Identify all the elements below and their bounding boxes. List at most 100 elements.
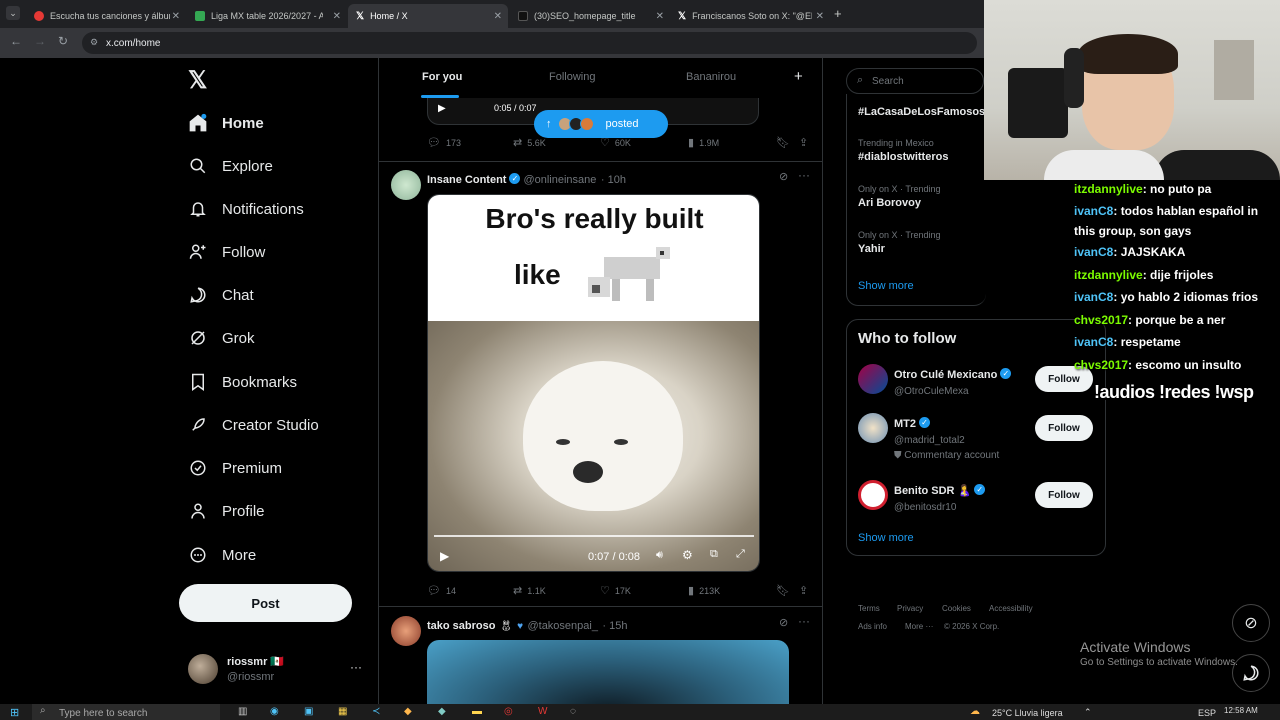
close-tab-icon[interactable]: ✕	[333, 11, 341, 22]
nav-premium[interactable]: Premium	[188, 458, 282, 478]
taskbar-search-box[interactable]: ⌕ Type here to search	[32, 704, 220, 720]
app-icon[interactable]: W	[538, 706, 547, 717]
avatar[interactable]	[391, 170, 421, 200]
wtf-account[interactable]: MT2 ✓ @madrid_total2 ⛊ Commentary account	[894, 414, 999, 461]
more-dots-icon[interactable]: ···	[350, 660, 362, 674]
trend-item[interactable]: Only on X · Trending Ari Borovoy	[858, 184, 941, 209]
nav-creator-studio[interactable]: Creator Studio	[188, 415, 319, 435]
tab-list-button[interactable]: ⌄	[6, 6, 20, 20]
footer-link-accessibility[interactable]: Accessibility	[989, 604, 1033, 613]
trend-item[interactable]: #LaCasaDeLosFamosos	[858, 106, 985, 118]
tab-home-x[interactable]: 𝕏 Home / X ✕	[348, 4, 508, 28]
repost-button[interactable]: ⇄ 1.1K	[513, 584, 546, 597]
volume-icon[interactable]: 🔊︎	[656, 549, 663, 562]
settings-gear-icon[interactable]: ⚙	[682, 548, 693, 562]
avatar[interactable]	[858, 364, 888, 394]
app-icon[interactable]: ◆	[404, 706, 412, 717]
chrome-icon[interactable]: ◎	[504, 706, 513, 717]
avatar[interactable]	[858, 413, 888, 443]
close-tab-icon[interactable]: ✕	[656, 11, 664, 22]
nav-chat[interactable]: Chat	[188, 285, 254, 305]
tab-franciscanos[interactable]: 𝕏 Franciscanos Soto on X: "@ElLi ✕	[670, 4, 830, 28]
views-button[interactable]: ▮ 213K	[688, 584, 720, 597]
nav-grok[interactable]: Grok	[188, 328, 255, 348]
tray-overflow-icon[interactable]: ⌃	[1084, 707, 1092, 718]
repost-button[interactable]: ⇄ 5.6K	[513, 136, 546, 149]
weather-text[interactable]: 25°C Lluvia ligera	[992, 708, 1063, 718]
reply-button[interactable]: 💬︎ 14	[427, 584, 456, 597]
language-indicator[interactable]: ESP	[1198, 708, 1216, 718]
nav-more[interactable]: More	[188, 545, 256, 565]
store-icon[interactable]: ▦	[338, 706, 347, 717]
new-posts-pill[interactable]: ↑ posted	[534, 110, 668, 138]
tab-bananirou[interactable]: Bananirou	[686, 71, 736, 83]
forward-icon[interactable]: →	[34, 34, 46, 48]
trend-item[interactable]: Only on X · Trending Yahir	[858, 230, 941, 255]
picture-in-picture-icon[interactable]: ⧉	[710, 548, 718, 561]
tab-tiktok[interactable]: (30)SEO_homepage_title ✕	[510, 4, 670, 28]
like-button[interactable]: ♡ 17K	[600, 584, 631, 597]
views-button[interactable]: ▮ 1.9M	[688, 136, 719, 149]
new-tab-button[interactable]: +	[834, 6, 842, 21]
post-button[interactable]: Post	[179, 584, 352, 622]
site-info-icon[interactable]: ⚙	[90, 37, 98, 48]
share-button[interactable]: ⇪	[799, 136, 813, 149]
trends-show-more[interactable]: Show more	[858, 280, 914, 292]
avatar[interactable]	[391, 616, 421, 646]
video-progress-bar[interactable]	[434, 535, 754, 537]
tab-music[interactable]: Escucha tus canciones y álbum ✕	[26, 4, 186, 28]
reply-button[interactable]: 💬︎ 173	[427, 136, 461, 149]
add-tab-icon[interactable]: +	[794, 68, 803, 85]
wtf-account[interactable]: Benito SDR 🤱 ✓ @benitosdr10	[894, 481, 988, 513]
follow-button[interactable]: Follow	[1035, 482, 1093, 508]
play-icon[interactable]: ▶	[438, 103, 446, 114]
clock[interactable]: 12:58 AM	[1224, 706, 1258, 715]
grok-fab-icon[interactable]: ⊘	[1232, 604, 1270, 642]
fullscreen-icon[interactable]: ⤢	[736, 548, 745, 561]
app-icon[interactable]: ◆	[438, 706, 446, 717]
bookmark-button[interactable]: 🔖︎	[776, 136, 795, 149]
nav-profile[interactable]: Profile	[188, 501, 265, 521]
trend-item[interactable]: Trending in Mexico #diablostwitteros	[858, 138, 948, 163]
footer-link-terms[interactable]: Terms	[858, 604, 880, 613]
task-view-icon[interactable]: ▥	[238, 706, 247, 717]
avatar[interactable]	[858, 480, 888, 510]
edge-icon[interactable]: ◉	[270, 706, 279, 717]
share-button[interactable]: ⇪	[799, 584, 813, 597]
reload-icon[interactable]: ↻	[58, 34, 68, 48]
close-tab-icon[interactable]: ✕	[172, 11, 180, 22]
nav-home[interactable]: Home	[188, 113, 264, 133]
x-logo-icon[interactable]: 𝕏	[188, 66, 207, 95]
footer-link-ads-info[interactable]: Ads info	[858, 622, 887, 631]
close-tab-icon[interactable]: ✕	[816, 11, 824, 22]
tab-for-you[interactable]: For you	[422, 71, 462, 83]
account-switcher[interactable]: riossmr 🇲🇽 @riossmr ···	[188, 654, 368, 686]
tab-liga-mx[interactable]: Liga MX table 2026/2027 - Ape ✕	[187, 4, 347, 28]
search-input[interactable]: ⌕ Search	[846, 68, 984, 94]
grok-icon[interactable]: ⊘	[779, 616, 788, 629]
nav-bookmarks[interactable]: Bookmarks	[188, 372, 297, 392]
nav-explore[interactable]: Explore	[188, 156, 273, 176]
nav-follow[interactable]: Follow	[188, 242, 265, 262]
obs-icon[interactable]: ◌	[570, 706, 576, 717]
follow-button[interactable]: Follow	[1035, 415, 1093, 441]
grok-icon[interactable]: ⊘	[779, 170, 788, 183]
vscode-icon[interactable]: ≺	[372, 706, 380, 717]
windows-start-icon[interactable]: ⊞	[10, 706, 19, 719]
nav-notifications[interactable]: Notifications	[188, 199, 304, 219]
close-tab-icon[interactable]: ✕	[494, 11, 502, 22]
footer-link-privacy[interactable]: Privacy	[897, 604, 923, 613]
footer-link-more[interactable]: More ···	[905, 622, 933, 631]
more-dots-icon[interactable]: ···	[798, 168, 810, 182]
tweet-video[interactable]: Bro's really built like ▶ 0:07 / 0:08 🔊︎…	[427, 194, 760, 572]
back-icon[interactable]: ←	[10, 34, 22, 48]
bookmark-button[interactable]: 🔖︎	[776, 584, 795, 597]
url-field[interactable]: ⚙ x.com/home	[82, 32, 977, 54]
tab-following[interactable]: Following	[549, 71, 595, 83]
wtf-account[interactable]: Otro Culé Mexicano ✓ @OtroCuleMexa	[894, 365, 1014, 397]
more-dots-icon[interactable]: ···	[798, 614, 810, 628]
file-explorer-icon[interactable]: ▬	[472, 706, 482, 717]
play-icon[interactable]: ▶	[440, 549, 449, 563]
outlook-icon[interactable]: ▣	[304, 706, 313, 717]
wtf-show-more[interactable]: Show more	[858, 532, 914, 544]
